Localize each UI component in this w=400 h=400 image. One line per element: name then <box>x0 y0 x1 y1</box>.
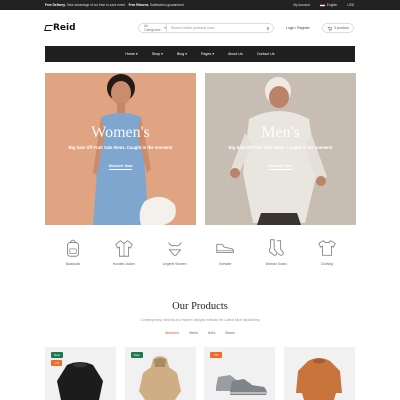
register-link[interactable]: Register <box>297 26 310 30</box>
flag-icon <box>319 3 325 7</box>
category-socks[interactable]: Woman Socks <box>252 233 300 273</box>
new-badge: New <box>51 352 64 358</box>
section-subtitle: Contemporary, minimal and modern designs… <box>140 318 260 322</box>
tab-kids[interactable]: Kid's <box>208 331 215 335</box>
product-card[interactable]: New <box>124 347 196 400</box>
category-label: Lingerie Women <box>162 262 187 266</box>
product-card[interactable]: -7% <box>204 347 276 400</box>
sale-badge: -7% <box>51 360 63 366</box>
nav-label: Blog <box>177 52 185 56</box>
currency-selector[interactable]: USD <box>347 3 354 7</box>
search-category-select[interactable]: All Categories ▾ <box>139 24 167 32</box>
product-grid: New -7% New -7% <box>45 347 355 400</box>
category-label: Sneaker <box>219 262 232 266</box>
tab-mens[interactable]: Men's <box>189 331 198 335</box>
promo-messages: Free Delivery: Take advantage of our tim… <box>45 3 184 7</box>
banner-title: Men's <box>261 124 300 141</box>
free-delivery-text: : Take advantage of our time to save eve… <box>65 3 126 7</box>
search-input[interactable]: Search million products here... <box>167 26 263 30</box>
category-label: Clothing <box>320 262 334 266</box>
category-label: Woman Socks <box>265 262 287 266</box>
category-clothing[interactable]: Clothing <box>303 233 351 273</box>
language-selector[interactable]: English <box>319 3 338 7</box>
men-banner[interactable]: Men's Big Sale Off Fruit Sale Items. Cau… <box>205 73 356 225</box>
category-lingerie[interactable]: Lingerie Women <box>151 233 199 273</box>
lingerie-icon <box>167 242 182 256</box>
banner-subtitle: Big Sale Off Fruit Sale Items. Caught in… <box>228 145 333 150</box>
socks-icon <box>269 239 284 256</box>
chevron-down-icon: ▾ <box>164 26 166 30</box>
nav-label: Home <box>125 52 135 56</box>
search-icon[interactable]: ⚲ <box>263 26 273 31</box>
nav-item-contact[interactable]: Contact Us <box>257 52 275 56</box>
discover-now-button[interactable]: Discover Now <box>268 164 293 170</box>
nav-item-home[interactable]: Home ▾ <box>125 52 137 56</box>
cart-icon <box>327 26 333 31</box>
search-bar: All Categories ▾ Search million products … <box>138 23 274 33</box>
tab-womens[interactable]: Women's <box>165 331 179 335</box>
sneaker-icon <box>216 243 235 254</box>
nav-label: Shop <box>151 52 161 56</box>
jacket-icon <box>114 240 133 257</box>
new-badge: New <box>130 352 143 358</box>
backpack-icon <box>67 239 79 257</box>
free-returns-text: : Satisfaction guaranteed <box>148 3 184 7</box>
nav-item-shop[interactable]: Shop ▾ <box>152 52 163 56</box>
nav-item-pages[interactable]: Pages ▾ <box>201 52 214 56</box>
logo[interactable]: Reid <box>44 23 76 33</box>
account-links: Login / Register <box>286 26 310 30</box>
nav-item-about[interactable]: About Us <box>228 52 243 56</box>
product-card[interactable]: New -7% <box>45 347 116 400</box>
shirt-icon <box>318 240 336 256</box>
cart-button[interactable]: 0 product <box>322 23 354 33</box>
sale-badge: -7% <box>210 352 222 358</box>
nav-label: Pages <box>201 52 212 56</box>
logo-text: Reid <box>53 23 76 33</box>
header: Reid All Categories ▾ Search million prod… <box>0 10 400 46</box>
cart-label: 0 product <box>334 26 349 30</box>
logo-mark-icon <box>44 25 53 31</box>
women-banner[interactable]: Women's Big Sale Off Fruit Sale Items. C… <box>45 73 196 225</box>
discover-now-button[interactable]: Discover Now <box>108 164 133 170</box>
knit-sweater-image <box>295 358 342 400</box>
tab-shoes[interactable]: Shoes <box>225 331 235 335</box>
nav-item-blog[interactable]: Blog ▾ <box>177 52 187 56</box>
product-card[interactable] <box>283 347 355 400</box>
free-returns-label: Free Returns <box>128 3 149 7</box>
category-label: Backpack <box>65 262 81 266</box>
language-label: English <box>326 3 338 7</box>
main-nav: Home ▾ Shop ▾ Blog ▾ Pages ▾ About Us Co… <box>45 46 355 62</box>
search-category-label: All Categories <box>144 24 161 32</box>
category-backpack[interactable]: Backpack <box>49 233 97 273</box>
my-account-link[interactable]: My Account <box>293 3 309 7</box>
banner-subtitle: Big Sale Off Fruit Sale Items. Caught in… <box>68 145 173 150</box>
category-row: Backpack Hooded Jacket Lingerie Women Sn… <box>45 233 355 273</box>
product-tabs: Women's Men's Kid's Shoes <box>0 331 400 335</box>
category-label: Hooded Jacket <box>112 262 135 266</box>
category-hooded-jacket[interactable]: Hooded Jacket <box>100 233 148 273</box>
free-delivery-label: Free Delivery <box>45 3 66 7</box>
section-title: Our Products <box>172 301 228 312</box>
top-bar: Free Delivery: Take advantage of our tim… <box>0 0 400 10</box>
category-sneaker[interactable]: Sneaker <box>201 233 249 273</box>
login-link[interactable]: Login <box>286 26 294 30</box>
banner-title: Women's <box>91 124 150 141</box>
